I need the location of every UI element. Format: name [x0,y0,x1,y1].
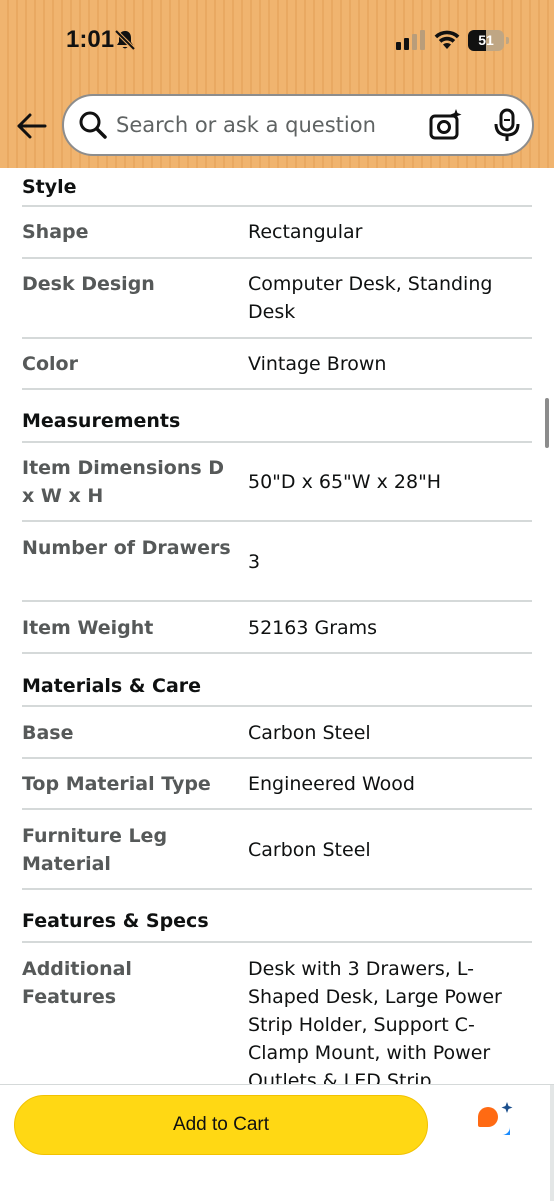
product-details-table: Style Shape Rectangular Desk Design Comp… [0,168,554,1086]
battery-indicator: 51 [468,30,510,51]
back-arrow-icon[interactable] [14,108,50,144]
row-label-top-material-type: Top Material Type [22,773,211,795]
section-heading-features-specs: Features & Specs [22,910,209,932]
row-label-number-of-drawers: Number of Drawers [22,537,231,559]
row-label-furniture-leg-material: Furniture Leg Material [22,825,168,875]
row-value-color: Vintage Brown [248,353,387,375]
row-label-item-weight: Item Weight [22,617,154,639]
divider [22,257,532,259]
row-label-desk-design: Desk Design [22,273,155,295]
row-value-desk-design: Computer Desk, Standing Desk [248,273,493,323]
search-input[interactable] [116,110,406,140]
rufus-assistant-icon[interactable] [476,1101,518,1143]
row-value-number-of-drawers: 3 [248,551,261,573]
status-bar: 1:01 51 [0,0,554,84]
row-label-additional-features: Additional Features [22,958,132,1008]
search-bar[interactable] [62,94,534,156]
battery-percent: 51 [478,32,494,48]
section-heading-measurements: Measurements [22,410,181,432]
divider [22,941,532,943]
divider [22,652,532,654]
cellular-signal-icon [396,30,426,54]
camera-sparkle-icon[interactable] [428,108,464,146]
search-icon[interactable] [78,110,108,144]
divider [22,808,532,810]
divider [22,705,532,707]
app-header: 1:01 51 Search or ask a question [0,0,554,168]
scrollbar-thumb[interactable] [545,398,549,448]
row-value-shape: Rectangular [248,221,363,243]
row-label-shape: Shape [22,221,89,243]
row-value-base: Carbon Steel [248,722,371,744]
microphone-icon[interactable] [492,108,522,148]
status-time: 1:01 [66,26,115,53]
row-value-additional-features: Desk with 3 Drawers, L-Shaped Desk, Larg… [248,958,502,1086]
bottom-action-bar: Add to Cart [0,1084,554,1201]
divider [22,520,532,522]
divider [22,205,532,207]
divider [22,441,532,443]
section-heading-style: Style [22,176,77,198]
row-label-item-dimensions: Item Dimensions D x W x H [22,457,225,507]
section-heading-materials-care: Materials & Care [22,675,202,697]
row-value-top-material-type: Engineered Wood [248,773,415,795]
row-value-item-dimensions: 50"D x 65"W x 28"H [248,471,442,493]
row-label-color: Color [22,353,78,375]
add-to-cart-button[interactable]: Add to Cart [14,1095,428,1155]
divider [22,888,532,890]
row-label-base: Base [22,722,74,744]
divider [22,757,532,759]
wifi-icon [434,29,460,53]
bell-muted-icon [114,29,136,55]
row-value-furniture-leg-material: Carbon Steel [248,839,371,861]
divider [22,388,532,390]
divider [22,600,532,602]
divider [22,337,532,339]
row-value-item-weight: 52163 Grams [248,617,378,639]
